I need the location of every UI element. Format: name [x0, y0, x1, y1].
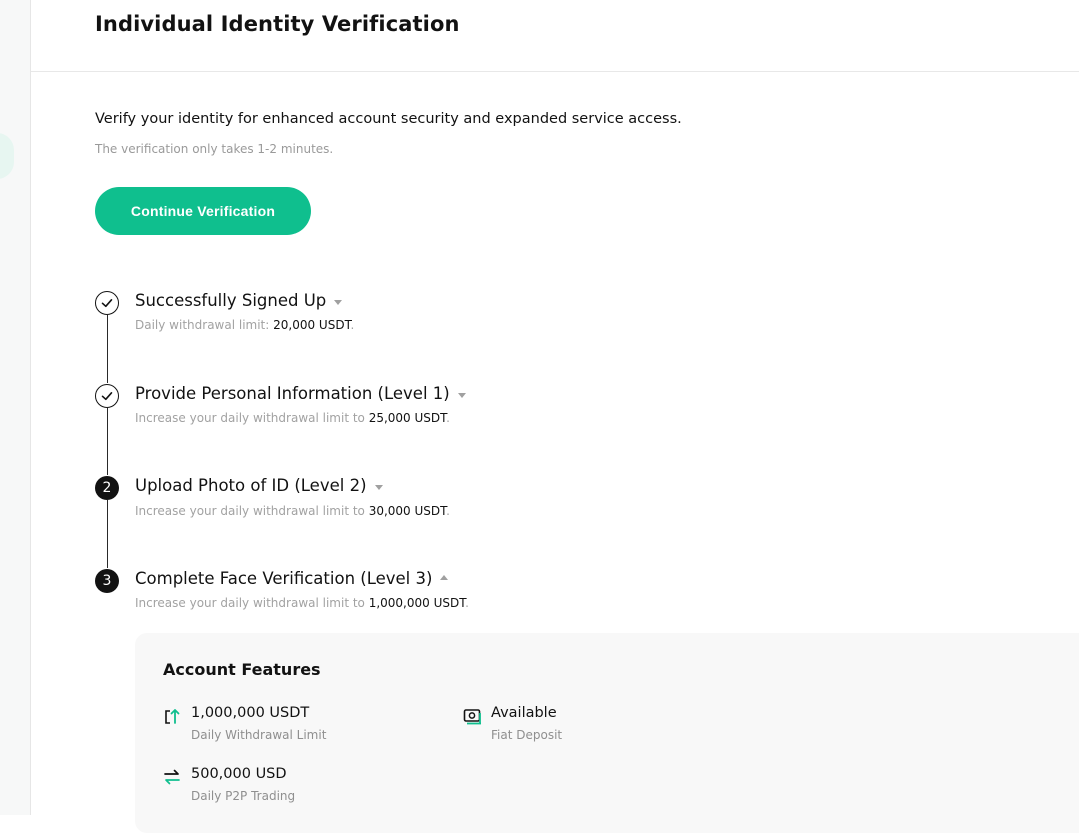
- chevron-down-icon[interactable]: [457, 392, 466, 398]
- step-number-badge: 3: [95, 569, 119, 593]
- chevron-down-icon[interactable]: [374, 484, 383, 490]
- timeline-connector: [107, 315, 108, 383]
- left-sidebar: [0, 0, 31, 815]
- step-description: Increase your daily withdrawal limit to …: [135, 596, 469, 610]
- chevron-up-icon[interactable]: [440, 575, 449, 580]
- step-desc-suffix: .: [350, 318, 355, 332]
- step-desc-text: Increase your daily withdrawal limit to: [135, 504, 369, 518]
- withdraw-arrow-icon: [163, 707, 181, 725]
- feature-label: Daily P2P Trading: [191, 789, 296, 803]
- step-limit-amount: 1,000,000 USDT: [368, 596, 466, 610]
- cash-deposit-icon: [463, 707, 481, 725]
- timeline-connector: [107, 500, 108, 568]
- feature-label: Daily Withdrawal Limit: [191, 728, 327, 742]
- step-title-text: Upload Photo of ID (Level 2): [135, 476, 367, 495]
- step-desc-suffix: .: [446, 411, 450, 425]
- continue-verification-button[interactable]: Continue Verification: [95, 187, 311, 235]
- intro-headline: Verify your identity for enhanced accoun…: [95, 111, 682, 127]
- step-limit-amount: 30,000 USDT: [368, 504, 447, 518]
- step-title-text: Provide Personal Information (Level 1): [135, 384, 450, 403]
- step-description: Increase your daily withdrawal limit to …: [135, 504, 450, 518]
- step-description: Increase your daily withdrawal limit to …: [135, 411, 450, 425]
- timeline-connector: [107, 408, 108, 475]
- step-limit-amount: 25,000 USDT: [368, 411, 447, 425]
- step-limit-amount: 20,000 USDT: [273, 318, 351, 332]
- step-desc-text: Increase your daily withdrawal limit to: [135, 596, 369, 610]
- step-description: Daily withdrawal limit: 20,000 USDT.: [135, 318, 354, 332]
- page-header: Individual Identity Verification: [31, 0, 1079, 72]
- check-circle-icon: [95, 384, 119, 408]
- step-title-text: Complete Face Verification (Level 3): [135, 569, 433, 588]
- check-circle-icon: [95, 291, 119, 315]
- step-desc-suffix: .: [465, 596, 469, 610]
- feature-value: Available: [491, 705, 557, 721]
- step-title-text: Successfully Signed Up: [135, 291, 327, 310]
- step-title-face-verification[interactable]: Complete Face Verification (Level 3): [135, 569, 449, 588]
- chevron-down-icon[interactable]: [334, 299, 343, 305]
- step-number-badge: 2: [95, 476, 119, 500]
- feature-value: 1,000,000 USDT: [191, 705, 310, 721]
- step-title-signed-up[interactable]: Successfully Signed Up: [135, 291, 343, 310]
- page-title: Individual Identity Verification: [95, 12, 460, 36]
- features-title: Account Features: [163, 660, 321, 679]
- intro-note: The verification only takes 1-2 minutes.: [95, 142, 334, 156]
- step-title-personal-info[interactable]: Provide Personal Information (Level 1): [135, 384, 466, 403]
- swap-arrows-icon: [163, 768, 181, 786]
- sidebar-active-indicator[interactable]: [0, 133, 14, 179]
- feature-value: 500,000 USD: [191, 766, 287, 782]
- step-title-upload-id[interactable]: Upload Photo of ID (Level 2): [135, 476, 383, 495]
- step-desc-text: Increase your daily withdrawal limit to: [135, 411, 369, 425]
- step-desc-text: Daily withdrawal limit:: [135, 318, 274, 332]
- step-desc-suffix: .: [446, 504, 450, 518]
- account-features-panel: Account Features 1,000,000 USDT Daily Wi…: [135, 633, 1079, 833]
- feature-label: Fiat Deposit: [491, 728, 563, 742]
